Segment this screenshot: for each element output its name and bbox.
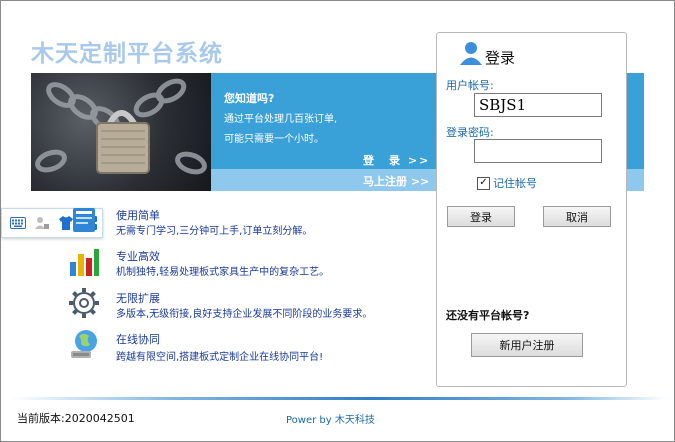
user-icon: [459, 40, 483, 66]
feature-title-2: 专业高效: [116, 250, 160, 263]
feature-desc-4: 跨越有限空间,搭建板式定制企业在线协同平台!: [116, 352, 324, 363]
feature-desc-3: 多版本,无级衔接,良好支持企业发展不同阶段的业务要求。: [116, 309, 373, 320]
feature-title-4: 在线协同: [116, 333, 160, 346]
login-panel: 登录 用户帐号: 登录密码: ✓ 记住帐号 登录 取消 还没有平台帐号? 新用户…: [436, 32, 627, 387]
app-title: 木天定制平台系统: [31, 41, 223, 67]
tip-line-1: 通过平台处理几百张订单,: [224, 114, 338, 125]
new-user-register-button[interactable]: 新用户注册: [471, 333, 583, 357]
login-link[interactable]: 登 录 >>: [363, 152, 430, 168]
feature-title-3: 无限扩展: [116, 292, 160, 305]
chain-lock-image: [31, 73, 211, 191]
app-window: 木天定制平台系统 您知道吗? 通过平台处理几百张订单, 可能只需要一个小时。 登…: [0, 0, 675, 442]
globe-icon: [67, 327, 101, 361]
account-input[interactable]: [474, 93, 602, 117]
remember-account[interactable]: ✓ 记住帐号: [477, 175, 537, 191]
login-button[interactable]: 登录: [447, 206, 515, 227]
login-title: 登录: [485, 49, 516, 67]
feature-desc-1: 无需专门学习,三分钟可上手,订单立刻分解。: [116, 226, 313, 237]
user-lock-icon[interactable]: [33, 214, 51, 232]
cancel-button[interactable]: 取消: [543, 206, 611, 227]
tip-line-2: 可能只需要一个小时。: [224, 134, 324, 145]
no-account-text: 还没有平台帐号?: [446, 309, 530, 322]
register-link[interactable]: 马上注册 >>: [363, 173, 429, 189]
version-text: 当前版本:2020042501: [17, 412, 135, 425]
tip-title: 您知道吗?: [224, 92, 275, 105]
book-icon: [67, 202, 101, 236]
bar-chart-icon: [67, 244, 101, 278]
gear-icon: [67, 286, 101, 320]
remember-checkbox[interactable]: ✓: [477, 176, 490, 190]
keyboard-icon[interactable]: [9, 214, 27, 232]
password-input[interactable]: [474, 139, 602, 163]
footer-divider: [11, 397, 666, 400]
feature-title-1: 使用简单: [116, 209, 160, 222]
password-label: 登录密码:: [446, 126, 494, 139]
powered-by-text: Power by 木天科技: [286, 415, 375, 426]
account-label: 用户帐号:: [446, 79, 494, 92]
feature-desc-2: 机制独特,轻易处理板式家具生产中的复杂工艺。: [116, 267, 330, 278]
remember-label: 记住帐号: [493, 177, 537, 190]
